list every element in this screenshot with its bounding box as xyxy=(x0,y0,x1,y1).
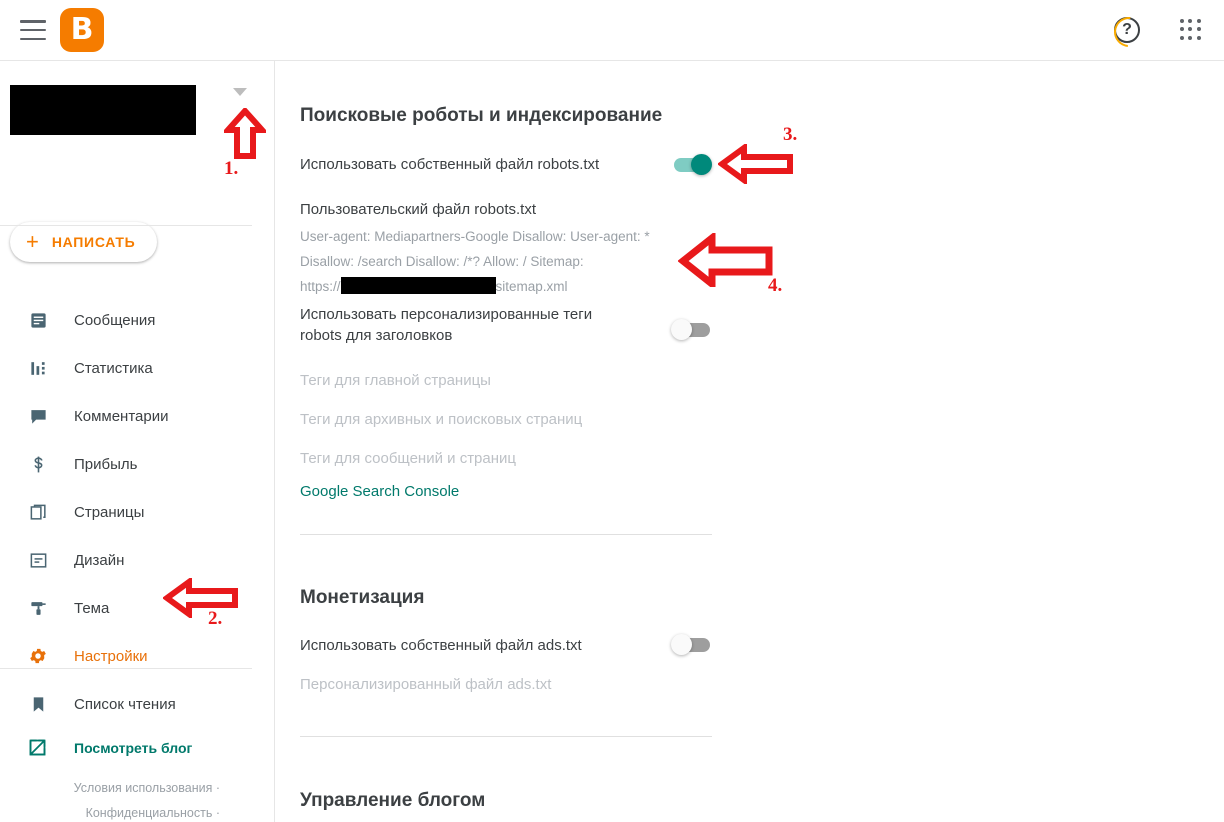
sidebar-item-label: Прибыль xyxy=(74,455,138,473)
blog-selector-redacted[interactable] xyxy=(10,85,196,135)
sidebar-item-label: Настройки xyxy=(74,647,148,665)
annotation-arrow-4 xyxy=(678,233,773,287)
custom-header-tags-label: Использовать персонализированные теги ro… xyxy=(300,306,593,344)
sidebar-item-earnings[interactable]: Прибыль xyxy=(0,440,275,488)
sidebar-item-stats[interactable]: Статистика xyxy=(0,344,275,392)
sidebar-item-label: Страницы xyxy=(74,503,145,521)
app-header: B ? xyxy=(0,0,1224,61)
posts-icon xyxy=(27,309,49,331)
blog-selector-caret[interactable] xyxy=(233,88,247,96)
robots-line-3-suffix: sitemap.xml xyxy=(495,279,568,294)
blogger-logo-letter: B xyxy=(70,11,94,47)
sidebar-item-reading-list[interactable]: Список чтения xyxy=(0,680,275,728)
sidebar-divider-top xyxy=(0,225,252,226)
terms-of-service-link[interactable]: Условия использования · xyxy=(0,781,220,795)
toggle-knob xyxy=(691,154,712,175)
sidebar-item-label: Список чтения xyxy=(74,695,176,713)
section-divider-2 xyxy=(300,736,712,737)
sidebar-item-pages[interactable]: Страницы xyxy=(0,488,275,536)
sidebar-item-posts[interactable]: Сообщения xyxy=(0,296,275,344)
stats-icon xyxy=(27,357,49,379)
pages-icon xyxy=(27,501,49,523)
sidebar-item-label: Сообщения xyxy=(74,311,156,329)
annotation-arrow-3 xyxy=(718,144,793,184)
header-actions: ? xyxy=(1114,17,1202,43)
view-blog-link[interactable]: Посмотреть блог xyxy=(27,737,192,759)
toggle-knob xyxy=(671,634,692,655)
sidebar-item-label: Комментарии xyxy=(74,407,169,425)
help-icon[interactable]: ? xyxy=(1114,17,1140,43)
monetization-section-title: Монетизация xyxy=(300,587,425,608)
privacy-link[interactable]: Конфиденциальность · xyxy=(0,806,220,820)
layout-icon xyxy=(27,549,49,571)
sidebar-item-label: Статистика xyxy=(74,359,153,377)
bookmark-icon xyxy=(27,693,49,715)
annotation-number-4: 4. xyxy=(768,275,783,296)
blog-url-redacted xyxy=(340,277,496,294)
footer-links: Условия использования · Конфиденциальнос… xyxy=(0,781,252,822)
robots-line-1: User-agent: Mediapartners-Google Disallo… xyxy=(300,229,650,244)
sidebar-item-label: Дизайн xyxy=(74,551,125,569)
new-post-button[interactable]: + НАПИСАТЬ xyxy=(10,222,158,262)
new-post-label: НАПИСАТЬ xyxy=(51,234,136,250)
custom-robots-label: Использовать собственный файл robots.txt xyxy=(300,156,600,173)
post-tags-label[interactable]: Теги для сообщений и страниц xyxy=(300,448,516,469)
comments-icon xyxy=(27,405,49,427)
annotation-arrow-2 xyxy=(163,578,238,618)
home-tags-label[interactable]: Теги для главной страницы xyxy=(300,370,491,391)
ads-txt-label: Использовать собственный файл ads.txt xyxy=(300,637,582,654)
plus-icon: + xyxy=(26,229,39,254)
toggle-knob xyxy=(671,319,692,340)
google-search-console-link[interactable]: Google Search Console xyxy=(300,483,459,500)
blogger-settings-page: B ? + НАПИСАТЬ Сообщения Статистика Комм… xyxy=(0,0,1224,822)
archive-tags-label[interactable]: Теги для архивных и поисковых страниц xyxy=(300,409,582,430)
external-link-icon xyxy=(27,737,49,759)
theme-icon xyxy=(27,597,49,619)
crawlers-section-title: Поисковые роботы и индексирование xyxy=(300,105,663,126)
sidebar-item-settings[interactable]: Настройки xyxy=(0,632,275,680)
custom-robots-toggle[interactable] xyxy=(674,154,712,175)
hamburger-menu-icon[interactable] xyxy=(20,20,46,40)
sidebar-item-comments[interactable]: Комментарии xyxy=(0,392,275,440)
sidebar-item-layout[interactable]: Дизайн xyxy=(0,536,275,584)
custom-header-tags-toggle[interactable] xyxy=(671,319,710,340)
custom-ads-txt-label[interactable]: Персонализированный файл ads.txt xyxy=(300,674,551,695)
robots-line-2: Disallow: /search Disallow: /*? Allow: /… xyxy=(300,254,584,269)
annotation-number-2: 2. xyxy=(208,608,223,629)
sidebar-nav: Сообщения Статистика Комментарии Прибыль xyxy=(0,296,275,728)
ads-txt-toggle[interactable] xyxy=(671,634,710,655)
section-divider-1 xyxy=(300,534,712,535)
robots-file-content[interactable]: User-agent: Mediapartners-Google Disallo… xyxy=(300,224,668,299)
sidebar-item-label: Тема xyxy=(74,599,110,617)
robots-file-label: Пользовательский файл robots.txt xyxy=(300,201,537,218)
apps-grid-icon[interactable] xyxy=(1180,19,1202,41)
blogger-logo[interactable]: B xyxy=(60,8,104,52)
earnings-icon xyxy=(27,453,49,475)
view-blog-label: Посмотреть блог xyxy=(74,740,193,756)
annotation-number-1: 1. xyxy=(224,158,239,179)
settings-icon xyxy=(27,645,49,667)
sidebar-divider-bottom xyxy=(0,668,252,669)
annotation-arrow-1 xyxy=(224,108,266,159)
annotation-number-3: 3. xyxy=(783,124,798,145)
robots-line-3-prefix: https:// xyxy=(300,279,341,294)
blog-management-section-title: Управление блогом xyxy=(300,790,486,811)
